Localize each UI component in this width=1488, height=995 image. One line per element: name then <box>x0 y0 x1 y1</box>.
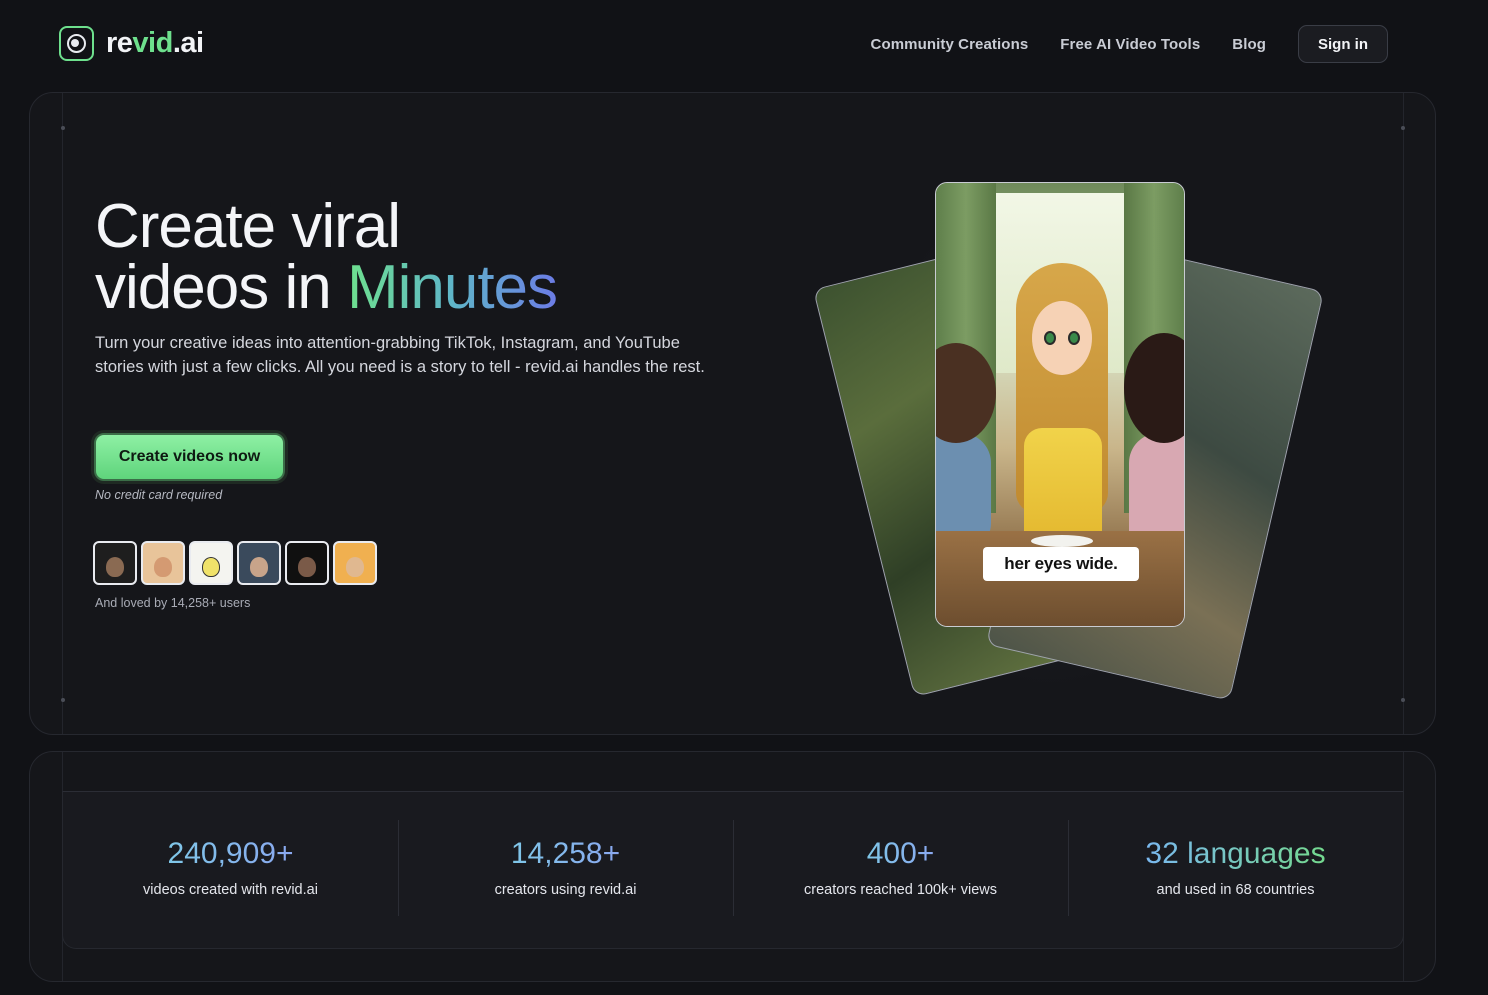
corner-dot <box>61 126 65 130</box>
user-avatars <box>93 541 377 585</box>
hero-subtext: Turn your creative ideas into attention-… <box>95 334 705 376</box>
create-videos-button[interactable]: Create videos now <box>94 433 285 481</box>
stat-value: 14,258+ <box>510 837 621 870</box>
stat-value: 240,909+ <box>167 837 294 870</box>
avatar <box>237 541 281 585</box>
stats-grid: 240,909+ videos created with revid.ai 14… <box>62 791 1404 949</box>
corner-dot <box>1401 126 1405 130</box>
stat-languages: 32 languages and used in 68 countries <box>1068 792 1403 948</box>
stats-section: 240,909+ videos created with revid.ai 14… <box>29 751 1436 982</box>
sign-in-button[interactable]: Sign in <box>1298 25 1388 63</box>
avatar <box>141 541 185 585</box>
video-caption: her eyes wide. <box>983 547 1139 581</box>
scene-girl-face <box>1032 301 1092 375</box>
avatar <box>189 541 233 585</box>
stat-label: creators using revid.ai <box>494 882 637 898</box>
scene-girl-dress <box>1024 428 1102 538</box>
header: revid.ai Community Creations Free AI Vid… <box>0 0 1488 88</box>
hero-section: Create viral videos in Minutes Turn your… <box>29 92 1436 735</box>
main-nav: Community Creations Free AI Video Tools … <box>871 25 1388 63</box>
nav-free-ai-video-tools[interactable]: Free AI Video Tools <box>1060 36 1200 53</box>
nav-blog[interactable]: Blog <box>1232 36 1266 53</box>
stat-label: videos created with revid.ai <box>143 882 318 898</box>
stat-value: 32 languages <box>1145 837 1326 870</box>
stat-label: and used in 68 countries <box>1156 882 1315 898</box>
avatar <box>333 541 377 585</box>
scene-plate <box>1031 535 1093 547</box>
hero-headline: Create viral videos in Minutes <box>95 192 558 322</box>
logo-icon <box>59 26 94 61</box>
logo-text: revid.ai <box>106 27 204 59</box>
stat-creators: 14,258+ creators using revid.ai <box>398 792 733 948</box>
avatar <box>285 541 329 585</box>
no-credit-card-note: No credit card required <box>95 488 223 502</box>
logo[interactable]: revid.ai <box>59 26 204 61</box>
guide-line-right <box>1403 93 1404 734</box>
loved-by-text: And loved by 14,258+ users <box>95 596 251 610</box>
stat-label: creators reached 100k+ views <box>803 882 998 898</box>
nav-community-creations[interactable]: Community Creations <box>871 36 1029 53</box>
headline-accent: Minutes <box>346 253 558 322</box>
guide-line-left <box>62 93 63 734</box>
stat-value: 400+ <box>866 837 935 870</box>
stat-videos-created: 240,909+ videos created with revid.ai <box>63 792 398 948</box>
avatar <box>93 541 137 585</box>
corner-dot <box>1401 698 1405 702</box>
video-card-main: her eyes wide. <box>935 182 1185 627</box>
page: revid.ai Community Creations Free AI Vid… <box>0 0 1488 995</box>
corner-dot <box>61 698 65 702</box>
stat-100k-views: 400+ creators reached 100k+ views <box>733 792 1068 948</box>
